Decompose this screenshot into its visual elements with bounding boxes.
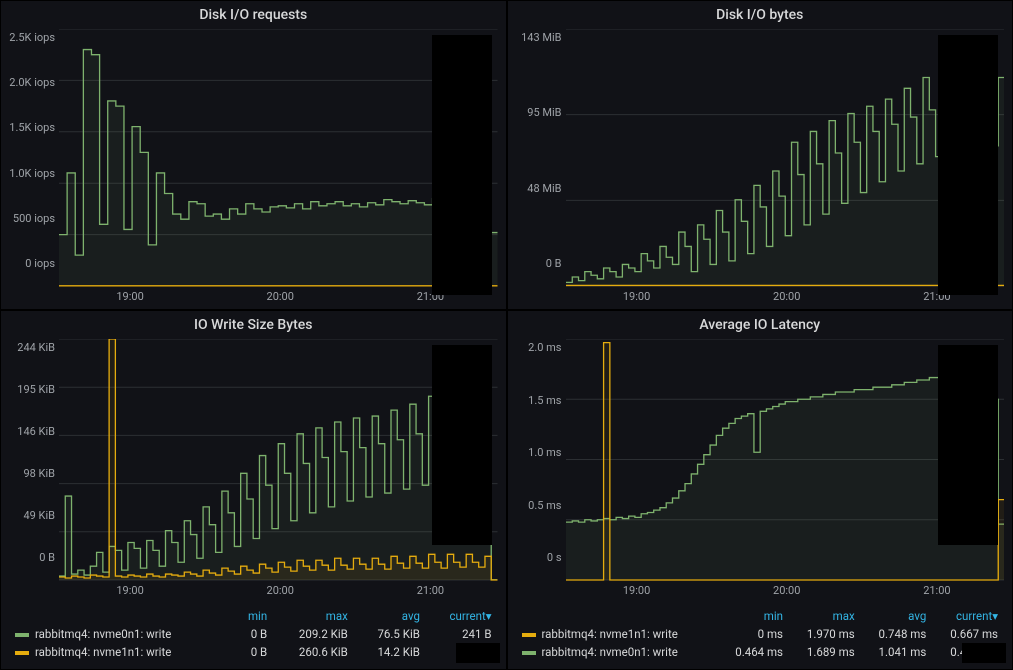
series-swatch [522,633,536,637]
y-axis: 143 MiB95 MiB48 MiB0 B [512,29,566,288]
legend-row[interactable]: rabbitmq4: nvme1n1: write0 ms1.970 ms0.7… [516,625,1005,643]
redaction-mask [456,643,500,663]
plot-area[interactable]: 244 KiB195 KiB146 KiB98 KiB49 KiB0 B [1,335,506,582]
plot-area[interactable]: 2.0 ms1.5 ms1.0 ms0.5 ms0 s [508,335,1013,582]
y-axis: 2.0 ms1.5 ms1.0 ms0.5 ms0 s [512,339,566,582]
redaction-mask [938,35,998,295]
x-axis: 19:0020:0021:00 [55,582,506,603]
legend-row[interactable]: rabbitmq4: nvme0n1: write0 B209.2 KiB76.… [9,625,498,643]
plot-area[interactable]: 2.5K iops2.0K iops1.5K iops1.0K iops500 … [1,25,506,288]
y-axis: 244 KiB195 KiB146 KiB98 KiB49 KiB0 B [5,339,59,582]
panel-disk-io-requests: Disk I/O requests 2.5K iops2.0K iops1.5K… [0,0,507,310]
legend-row[interactable]: rabbitmq4: nvme1n1: write0 B260.6 KiB14.… [9,643,498,661]
panel-title: Disk I/O requests [1,1,506,25]
redaction-mask [938,345,998,545]
legend-stats: minmaxavgcurrent▾rabbitmq4: nvme0n1: wri… [1,603,506,669]
panel-title: Disk I/O bytes [508,1,1013,25]
legend-row[interactable]: rabbitmq4: nvme0n1: write0.464 ms1.689 m… [516,643,1005,661]
panel-title: Average IO Latency [508,311,1013,335]
redaction-mask [432,35,492,295]
panel-io-write-size: IO Write Size Bytes 244 KiB195 KiB146 Ki… [0,310,507,670]
panel-avg-io-latency: Average IO Latency 2.0 ms1.5 ms1.0 ms0.5… [507,310,1013,670]
series-swatch [15,651,29,655]
y-axis: 2.5K iops2.0K iops1.5K iops1.0K iops500 … [5,29,59,288]
legend-stats: minmaxavgcurrent▾rabbitmq4: nvme1n1: wri… [508,603,1013,669]
x-axis: 19:0020:0021:00 [562,582,1013,603]
panel-title: IO Write Size Bytes [1,311,506,335]
redaction-mask [432,345,492,545]
series-swatch [15,633,29,637]
series-swatch [522,651,536,655]
stats-table: minmaxavgcurrent▾rabbitmq4: nvme0n1: wri… [9,607,498,661]
stats-table: minmaxavgcurrent▾rabbitmq4: nvme1n1: wri… [516,607,1005,661]
plot-area[interactable]: 143 MiB95 MiB48 MiB0 B [508,25,1013,288]
panel-disk-io-bytes: Disk I/O bytes 143 MiB95 MiB48 MiB0 B 19… [507,0,1013,310]
redaction-mask [962,643,1006,663]
